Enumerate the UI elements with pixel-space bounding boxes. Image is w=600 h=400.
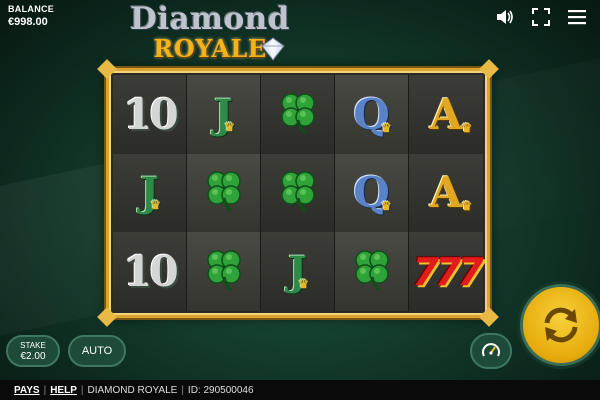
- reel-cell: J ♛: [261, 232, 335, 311]
- reels-frame: 10 J ♛ Q ♛ A ♛ J ♛ Q ♛ A ♛ 10 J ♛ 777: [97, 59, 499, 327]
- crown-icon: ♛: [381, 199, 392, 214]
- reel-cell: 10: [113, 75, 187, 154]
- auto-button[interactable]: AUTO: [68, 335, 126, 367]
- top-toolbar: [494, 6, 588, 28]
- symbol-a: A ♛: [429, 89, 473, 139]
- turbo-button[interactable]: [470, 333, 512, 369]
- balance-label: BALANCE: [8, 4, 55, 14]
- stake-label: STAKE: [20, 340, 46, 350]
- reel-cell: A ♛: [409, 153, 483, 233]
- diamond-icon: [261, 37, 285, 61]
- speedometer-icon: [482, 343, 500, 357]
- clover-icon: [273, 165, 323, 220]
- clover-icon: [347, 244, 397, 299]
- symbol-q: Q ♛: [353, 89, 392, 139]
- footer-separator: |: [181, 384, 184, 396]
- footer-separator: |: [43, 384, 47, 396]
- symbol-q: Q ♛: [353, 168, 392, 218]
- game-logo: Diamond ROYALE: [130, 2, 290, 68]
- footer-bar: PAYS | HELP | DIAMOND ROYALE | ID: 29050…: [0, 380, 600, 400]
- crown-icon: ♛: [461, 199, 473, 214]
- reel-cell: J ♛: [113, 153, 187, 233]
- clover-icon: [199, 244, 249, 299]
- crown-icon: ♛: [150, 198, 161, 213]
- stake-button[interactable]: STAKE €2.00: [6, 335, 60, 367]
- logo-line1: Diamond: [130, 1, 290, 37]
- reel-cell: J ♛: [187, 75, 261, 154]
- symbol-j: J ♛: [214, 90, 235, 138]
- reel-cell: 777: [409, 232, 484, 311]
- symbol-10: 10: [123, 247, 178, 297]
- crown-icon: ♛: [298, 277, 309, 292]
- symbol-j: J ♛: [140, 169, 161, 217]
- reel-cell: Q ♛: [335, 153, 409, 233]
- clover-icon: [199, 165, 249, 220]
- symbol-j: J ♛: [288, 248, 309, 296]
- hamburger-menu-icon[interactable]: [566, 6, 588, 28]
- crown-icon: ♛: [224, 119, 235, 134]
- balance-display: BALANCE €998.00: [8, 4, 54, 28]
- fullscreen-icon[interactable]: [530, 6, 552, 28]
- pays-link[interactable]: PAYS: [14, 385, 40, 396]
- reel-cell: A ♛: [409, 75, 483, 154]
- reel-grid: 10 J ♛ Q ♛ A ♛ J ♛ Q ♛ A ♛ 10 J ♛ 777: [113, 75, 484, 311]
- reel-cell: Q ♛: [335, 75, 409, 154]
- clover-icon: [273, 87, 323, 142]
- reel-cell: [335, 232, 409, 311]
- reel-cell: [261, 153, 335, 233]
- spin-arrows-icon: [544, 307, 578, 343]
- symbol-10: 10: [123, 89, 178, 139]
- reel-cell: [187, 232, 261, 311]
- reel-cell: [261, 75, 335, 154]
- footer-game-id: ID: 290500046: [187, 384, 254, 396]
- footer-separator: |: [80, 384, 84, 396]
- reel-cell: 10: [113, 232, 187, 311]
- footer-game-name: DIAMOND ROYALE: [87, 384, 178, 396]
- help-link[interactable]: HELP: [50, 385, 77, 396]
- balance-value: €998.00: [8, 16, 48, 28]
- symbol-a: A ♛: [429, 168, 473, 218]
- symbol-777: 777: [412, 249, 483, 294]
- crown-icon: ♛: [461, 120, 473, 135]
- speaker-icon[interactable]: [494, 6, 516, 28]
- reel-cell: [187, 153, 261, 233]
- stake-value: €2.00: [20, 350, 46, 362]
- crown-icon: ♛: [381, 120, 392, 135]
- spin-button[interactable]: [520, 284, 600, 366]
